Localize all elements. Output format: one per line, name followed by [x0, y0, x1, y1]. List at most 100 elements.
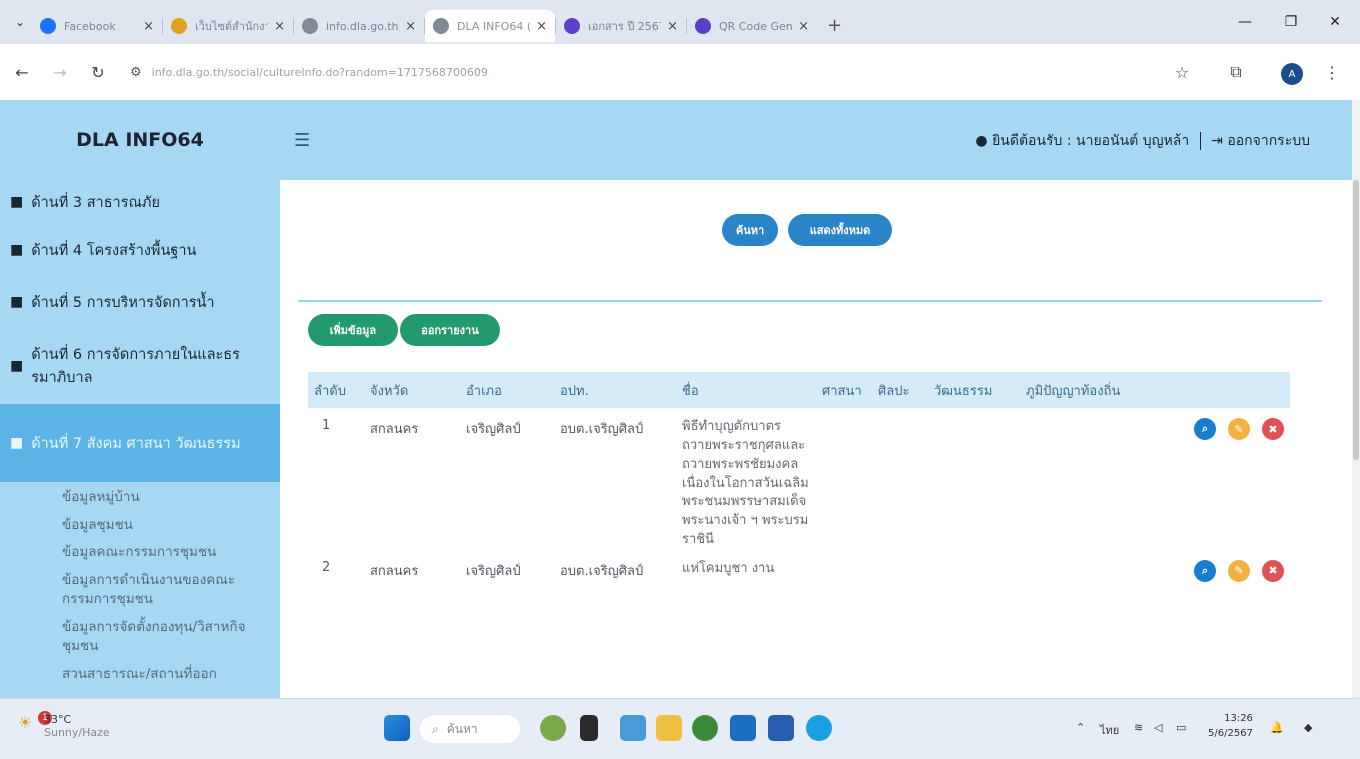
show-all-button[interactable]: แสดงทั้งหมด [788, 214, 892, 246]
browser-tab-bar: ⌄ Facebook×เว็บไซต์สำนักงาน×info.dla.go.… [0, 0, 1360, 44]
scrollbar-thumb[interactable] [1353, 180, 1359, 460]
page-scrollbar[interactable] [1352, 100, 1360, 698]
cell-district: เจริญศิลป์ [466, 422, 521, 437]
water-icon: ■ [10, 294, 24, 310]
browser-tab[interactable]: QR Code Generator × [687, 10, 817, 42]
app-icon[interactable] [730, 715, 756, 741]
browser-tab[interactable]: DLA INFO64 (info... × [425, 10, 555, 42]
profile-avatar[interactable]: A [1281, 63, 1303, 85]
language-indicator[interactable]: ไทย [1100, 721, 1119, 739]
sidebar-item-label: ด้านที่ 3 สาธารณภัย [31, 194, 160, 211]
close-tab-icon[interactable]: × [667, 19, 678, 34]
browser-tab[interactable]: Facebook × [32, 10, 162, 42]
copilot-icon[interactable]: ◆ [1304, 721, 1312, 734]
sidebar-item[interactable]: ■ ด้านที่ 6 การจัดการภายในและธรรมาภิบาล [0, 328, 280, 404]
sidebar-subitem[interactable]: ข้อมูลการจัดตั้งกองทุน/วิสาหกิจชุมชน [0, 618, 280, 657]
url-field[interactable]: ⚙ info.dla.go.th/social/cultureInfo.do?r… [120, 55, 1230, 89]
tab-title: Facebook [64, 19, 116, 33]
sidebar: ■ ด้านที่ 3 สาธารณภัย ■ ด้านที่ 4 โครงสร้าง… [0, 180, 280, 698]
chrome-icon[interactable] [692, 715, 718, 741]
delete-icon[interactable]: ✖ [1262, 418, 1284, 440]
sidebar-subitem[interactable]: ข้อมูลคณะกรรมการชุมชน [0, 543, 280, 563]
view-magnifier-icon[interactable]: ⌕ [1194, 559, 1216, 582]
teams-icon[interactable] [620, 715, 646, 741]
sidebar-subitem[interactable]: สวนสาธารณะ/สถานที่ออก [0, 665, 280, 685]
close-tab-icon[interactable]: × [798, 19, 809, 34]
task-view-icon[interactable] [580, 715, 598, 741]
logout-link[interactable]: ⇥ ออกจากระบบ [1211, 133, 1310, 149]
building-icon: ■ [10, 358, 24, 374]
sidebar-item[interactable]: ■ ด้านที่ 7 สังคม ศาสนา วัฒนธรรม [0, 404, 280, 482]
cell-empty [816, 408, 872, 550]
wifi-icon[interactable]: ≋ [1134, 721, 1143, 734]
sidebar-item-label: ด้านที่ 4 โครงสร้างพื้นฐาน [31, 242, 197, 259]
sidebar-subitem[interactable]: ข้อมูลการดำเนินงานของคณะกรรมการชุมชน [0, 571, 280, 610]
globe-icon [433, 18, 449, 34]
close-tab-icon[interactable]: × [536, 19, 547, 34]
date-text: 5/6/2567 [1208, 728, 1253, 739]
back-icon[interactable]: ← [6, 56, 38, 88]
weather-text: Sunny/Haze [44, 726, 110, 739]
view-magnifier-icon[interactable]: ⌕ [1194, 418, 1216, 440]
clock[interactable]: 13:26 5/6/2567 [1208, 711, 1253, 741]
tab-search-chevron-icon[interactable]: ⌄ [8, 10, 32, 34]
logout-label: ออกจากระบบ [1227, 133, 1310, 149]
export-report-button[interactable]: ออกรายงาน [400, 314, 500, 346]
main-content: ค้นหา แสดงทั้งหมด เพิ่มข้อมูล ออกรายงาน … [280, 180, 1352, 698]
delete-icon[interactable]: ✖ [1262, 559, 1284, 582]
site-settings-icon[interactable]: ⚙ [130, 65, 142, 80]
new-tab-button[interactable]: + [827, 15, 842, 36]
cell-actions: ⌕ ✎ ✖ [1170, 408, 1290, 550]
cell-no: 1 [322, 418, 331, 433]
edge-icon[interactable] [806, 715, 832, 741]
word-icon[interactable] [768, 715, 794, 741]
sidebar-item[interactable]: ■ ด้านที่ 4 โครงสร้างพื้นฐาน [0, 224, 280, 276]
brand-logo[interactable]: DLA INFO64 [0, 100, 280, 180]
browser-tab[interactable]: เว็บไซต์สำนักงาน × [163, 10, 293, 42]
minimize-button[interactable]: — [1222, 0, 1268, 44]
cell-district: เจริญศิลป์ [466, 563, 521, 579]
taskbar-search[interactable]: ⌕ ค้นหา [420, 715, 520, 743]
close-window-button[interactable]: ✕ [1312, 0, 1358, 44]
section-divider [298, 300, 1322, 302]
edit-icon[interactable]: ✎ [1228, 418, 1250, 440]
cell-empty [928, 550, 1020, 582]
forward-icon[interactable]: → [44, 56, 76, 88]
close-tab-icon[interactable]: × [143, 19, 154, 34]
widgets-icon[interactable] [540, 715, 566, 741]
sidebar-subitem[interactable]: ข้อมูลหมู่บ้าน [0, 488, 280, 508]
cell-actions: ⌕ ✎ ✖ [1170, 550, 1290, 582]
weather-widget[interactable]: ☀ 1 33°C Sunny/Haze [18, 711, 110, 739]
close-tab-icon[interactable]: × [274, 19, 285, 34]
sidebar-subitem[interactable]: ข้อมูลชุมชน [0, 516, 280, 536]
actions-header [1170, 372, 1290, 408]
start-windows-icon[interactable] [384, 715, 410, 741]
tray-chevron-icon[interactable]: ⌃ [1076, 721, 1085, 734]
close-tab-icon[interactable]: × [405, 19, 416, 34]
taskbar-search-placeholder: ค้นหา [446, 721, 478, 736]
search-button[interactable]: ค้นหา [722, 214, 778, 246]
column-header: ศิลปะ [878, 383, 910, 399]
edit-icon[interactable]: ✎ [1228, 559, 1250, 582]
time-text: 13:26 [1224, 713, 1253, 724]
volume-icon[interactable]: ◁ [1154, 721, 1162, 734]
bookmark-star-icon[interactable]: ☆ [1166, 56, 1198, 88]
sidebar-item[interactable]: ■ ด้านที่ 5 การบริหารจัดการน้ำ [0, 276, 280, 328]
browser-tab[interactable]: เอกสาร ปี 2567 × [556, 10, 686, 42]
reload-icon[interactable]: ↻ [82, 56, 114, 88]
battery-icon[interactable]: ▭ [1176, 721, 1186, 734]
column-header: วัฒนธรรม [934, 383, 993, 399]
extensions-icon[interactable]: ⧉ [1220, 56, 1252, 88]
users-icon: ■ [10, 194, 24, 210]
sidebar-item[interactable]: ■ ด้านที่ 3 สาธารณภัย [0, 180, 280, 224]
search-icon: ⌕ [432, 721, 439, 736]
restore-button[interactable]: ❐ [1268, 0, 1314, 44]
notifications-bell-icon[interactable]: 🔔 [1270, 721, 1284, 734]
hamburger-menu-icon[interactable]: ☰ [294, 130, 310, 151]
add-data-button[interactable]: เพิ่มข้อมูล [308, 314, 398, 346]
browser-tab[interactable]: info.dla.go.th/cms × [294, 10, 424, 42]
tab-title: info.dla.go.th/cms [326, 19, 399, 33]
browser-menu-icon[interactable]: ⋮ [1316, 56, 1348, 88]
cell-province: สกลนคร [370, 563, 419, 579]
file-explorer-icon[interactable] [656, 715, 682, 741]
